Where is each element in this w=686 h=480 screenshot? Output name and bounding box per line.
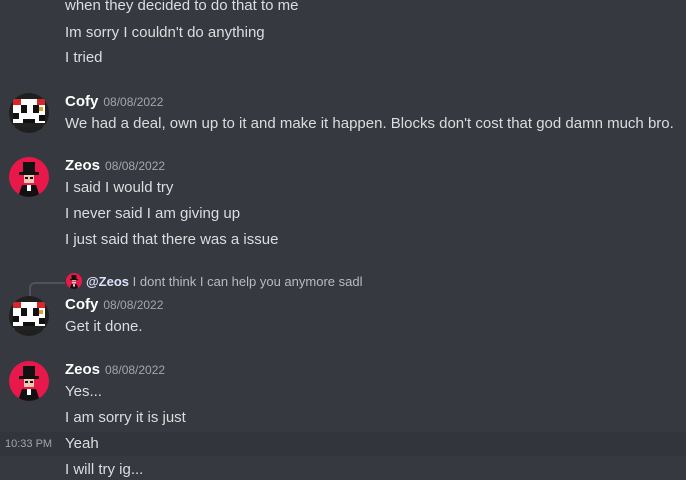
message-timestamp: 08/08/2022 (103, 298, 164, 312)
chat-message-list: when they decided to do that to me Im so… (0, 0, 686, 478)
message-timestamp: 08/08/2022 (105, 159, 166, 173)
pixel-avatar-icon (9, 296, 49, 336)
reply-connector (29, 282, 65, 296)
message-text: I never said I am giving up (65, 205, 241, 222)
message-header: Zeos 08/08/2022 (65, 361, 165, 381)
hovered-message-row[interactable] (0, 432, 686, 456)
top-hat-avatar-icon (66, 273, 82, 289)
message-text: Yes... (65, 383, 102, 400)
message-timestamp: 08/08/2022 (103, 95, 164, 109)
author-name[interactable]: Cofy (65, 296, 98, 313)
message-text: I said I would try (65, 179, 174, 196)
author-name[interactable]: Cofy (65, 93, 98, 110)
message-text: when they decided to do that to me (65, 0, 299, 14)
message-header: Zeos 08/08/2022 (65, 157, 165, 177)
message-text: Yeah (65, 435, 99, 452)
message-text: Get it done. (65, 318, 143, 335)
message-timestamp: 08/08/2022 (105, 363, 166, 377)
message-text: I am sorry it is just (65, 409, 186, 426)
message-text: We had a deal, own up to it and make it … (65, 115, 674, 132)
cofy-avatar[interactable] (9, 296, 49, 336)
cofy-avatar[interactable] (9, 93, 49, 133)
hover-timestamp: 10:33 PM (5, 438, 53, 450)
zeos-avatar[interactable] (9, 361, 49, 401)
reply-preview[interactable]: @Zeos I dont think I can help you anymor… (66, 273, 362, 291)
top-hat-avatar-icon (9, 361, 49, 401)
reply-text: I dont think I can help you anymore sadl (132, 274, 363, 289)
reply-mention[interactable]: @Zeos (86, 274, 129, 289)
author-name[interactable]: Zeos (65, 361, 100, 378)
top-hat-avatar-icon (9, 157, 49, 197)
zeos-avatar[interactable] (9, 157, 49, 197)
message-text: I tried (65, 49, 103, 66)
message-text: I just said that there was a issue (65, 231, 279, 248)
author-name[interactable]: Zeos (65, 157, 100, 174)
message-text: I will try ig... (65, 461, 144, 478)
message-header: Cofy 08/08/2022 (65, 296, 163, 316)
message-text: Im sorry I couldn't do anything (65, 24, 265, 41)
pixel-avatar-icon (9, 93, 49, 133)
message-header: Cofy 08/08/2022 (65, 93, 163, 113)
